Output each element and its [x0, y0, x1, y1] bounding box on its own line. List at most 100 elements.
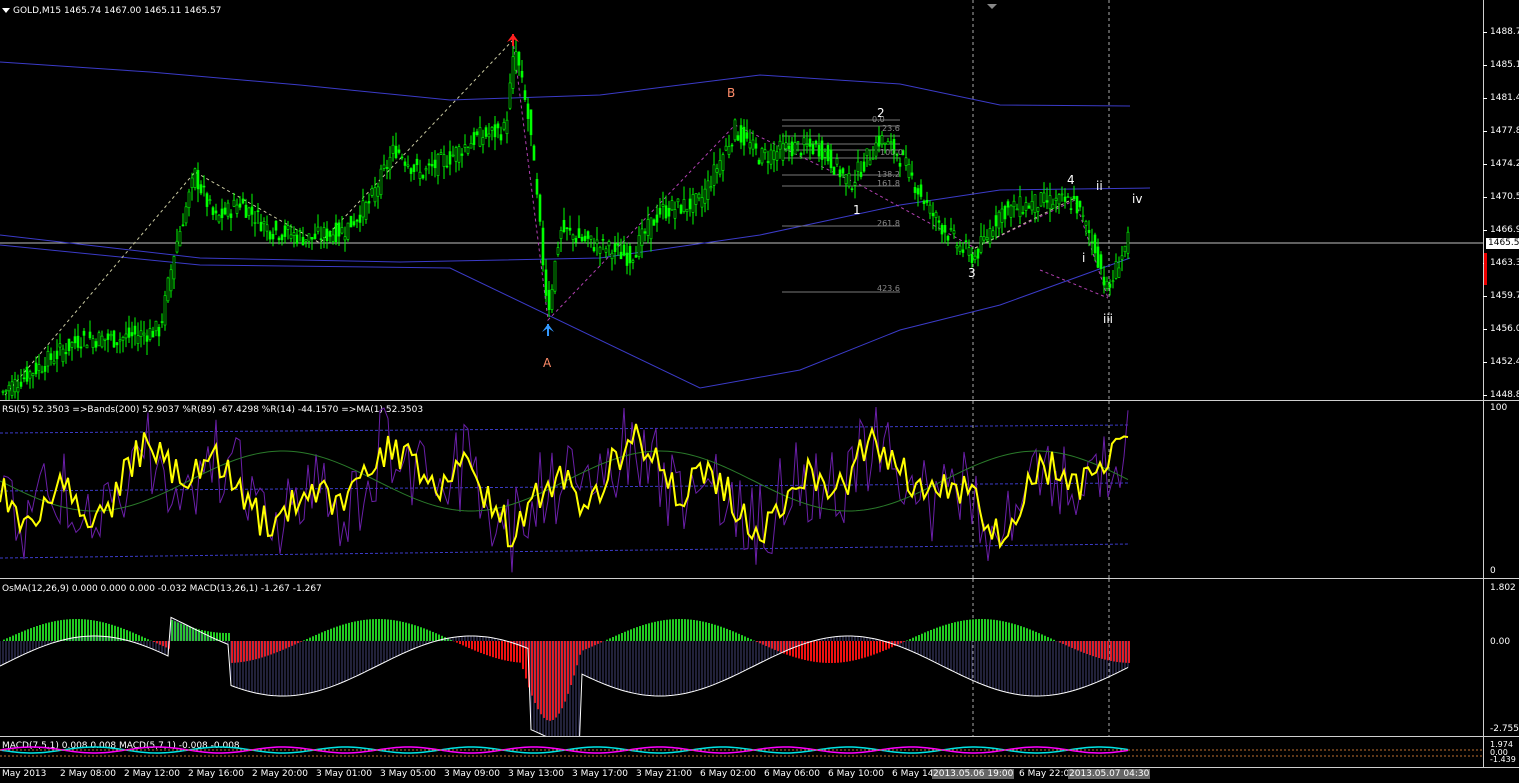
osma-bar [1110, 641, 1112, 661]
candle-body [955, 245, 959, 249]
osma-bar [144, 637, 146, 641]
candle-body [916, 188, 920, 195]
time-tick: May 2013 [2, 769, 47, 779]
candle-body [862, 161, 866, 172]
osma-bar [105, 623, 107, 641]
candle-body [226, 202, 230, 217]
candle-body [10, 381, 14, 396]
candle-body [448, 151, 452, 165]
candle-body [559, 230, 563, 239]
osma-bar [732, 631, 734, 641]
osma-bar [321, 632, 323, 641]
candle-body [835, 158, 839, 165]
candle-body [958, 245, 962, 252]
candle-body [280, 234, 284, 241]
osma-bar [945, 624, 947, 641]
osma-bar [675, 619, 677, 641]
osma-bar [846, 641, 848, 662]
candle-body [175, 240, 179, 253]
osma-bar [1074, 641, 1076, 650]
candle-body [352, 221, 356, 226]
osma-bar [81, 619, 83, 641]
osma-bar [303, 640, 305, 641]
osma-bar [129, 631, 131, 641]
osma-bar [477, 641, 479, 652]
osma-bar [306, 638, 308, 641]
price-tick-mark [1483, 329, 1487, 330]
wave-label-i: i [1082, 251, 1086, 265]
candle-body [319, 238, 323, 241]
wave-label-iv: iv [1132, 192, 1143, 206]
osma-bar [60, 620, 62, 641]
candle-body [187, 191, 191, 209]
candle-body [391, 144, 395, 154]
fib-label: 138.2 [877, 170, 900, 179]
osma-bar [504, 641, 506, 661]
candle-body [715, 168, 719, 173]
price-tick: 1463.3 [1490, 258, 1519, 268]
price-tick-mark [1483, 230, 1487, 231]
osma-bar [345, 623, 347, 641]
candle-body [838, 169, 842, 178]
fib-label: 161.8 [877, 179, 900, 188]
candle-body [322, 227, 326, 238]
candle-body [619, 251, 623, 260]
candle-body [124, 333, 128, 339]
candle-body [640, 228, 644, 247]
candle-body [964, 240, 968, 243]
candle-body [250, 206, 254, 215]
candle-body [307, 233, 311, 242]
osma-bar [861, 641, 863, 659]
zigzag-line [1039, 269, 1109, 299]
osma-bar [1026, 628, 1028, 641]
candle-body [832, 166, 836, 175]
candle-body [571, 234, 575, 240]
osma-bar [741, 635, 743, 641]
candle-body [283, 225, 287, 237]
candle-body [727, 146, 731, 155]
candle-body [268, 231, 272, 240]
candle-body [316, 226, 320, 232]
candle-body [121, 337, 125, 341]
wave-label-3: 3 [968, 266, 976, 280]
candle-body [745, 132, 749, 139]
osma-bar [1113, 641, 1115, 662]
candle-body [403, 161, 407, 166]
candle-body [58, 343, 62, 348]
candle-body [961, 249, 965, 253]
candle-body [127, 327, 131, 338]
candle-body [676, 198, 680, 203]
candle-body [925, 199, 929, 203]
time-tick: 6 May 10:00 [828, 769, 884, 779]
osma-bar [1071, 641, 1073, 648]
osma-bar [459, 641, 461, 645]
price-axis-separator [1483, 0, 1484, 768]
candle-body [349, 215, 353, 228]
candle-body [547, 289, 551, 310]
osma-bar [630, 629, 632, 641]
candle-body [604, 248, 608, 253]
osma-bar [420, 627, 422, 641]
osma-bar [1068, 641, 1070, 647]
candle-body [685, 208, 689, 212]
candle-body [826, 144, 830, 162]
candle-body [1060, 193, 1064, 196]
osma-bar [495, 641, 497, 659]
osma-bar [609, 638, 611, 641]
price-tick-mark [1483, 98, 1487, 99]
candle-body [373, 187, 377, 203]
candle-body [460, 153, 464, 156]
osma-bar [1050, 638, 1052, 641]
osma-bar [429, 630, 431, 641]
price-tick: 1456.0 [1490, 324, 1519, 334]
osma-bar [84, 619, 86, 641]
osma-bar [327, 629, 329, 641]
candle-body [445, 165, 449, 168]
osma-bar [699, 620, 701, 641]
osma-bar [978, 619, 980, 641]
osma-bar [462, 641, 464, 646]
osma-bar [855, 641, 857, 660]
osma-bar [837, 641, 839, 663]
candle-body [622, 244, 626, 256]
candle-body [538, 194, 542, 222]
